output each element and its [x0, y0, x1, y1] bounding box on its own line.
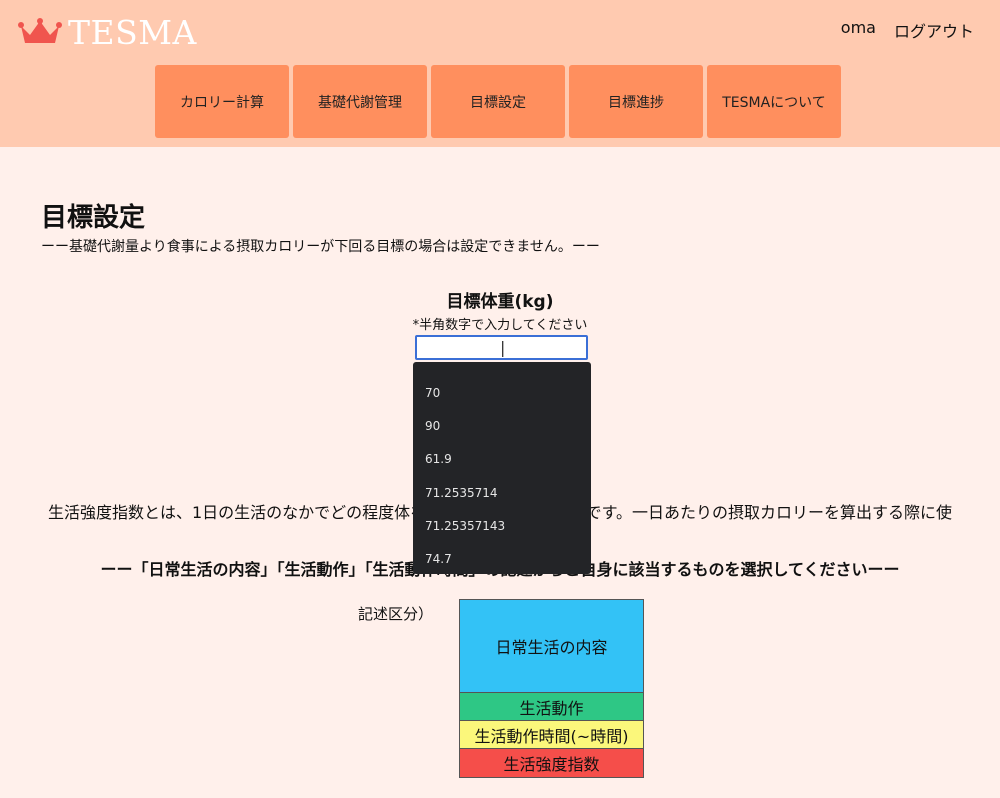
nav-about[interactable]: TESMAについて — [707, 65, 841, 138]
target-weight-hint: *半角数字で入力してください — [412, 318, 588, 333]
page-title: 目標設定 — [41, 203, 146, 233]
autocomplete-option[interactable]: 71.25357143 — [413, 509, 591, 542]
nav-calorie-calc[interactable]: カロリー計算 — [155, 65, 289, 138]
autocomplete-option[interactable]: 70 — [413, 376, 591, 409]
nav-goal-setting[interactable]: 目標設定 — [431, 65, 565, 138]
category-legend: 日常生活の内容 生活動作 生活動作時間(~時間) 生活強度指数 — [459, 599, 644, 778]
autocomplete-option[interactable]: 71.2535714 — [413, 476, 591, 509]
header: TESMA oma ログアウト カロリー計算 基礎代謝管理 目標設定 目標進捗 … — [0, 0, 1000, 147]
crown-icon — [18, 18, 62, 43]
main-nav: カロリー計算 基礎代謝管理 目標設定 目標進捗 TESMAについて — [155, 65, 841, 138]
legend-label: 記述区分） — [358, 605, 434, 623]
text-cursor-icon: | — [500, 338, 506, 357]
nav-goal-progress[interactable]: 目標進捗 — [569, 65, 703, 138]
autocomplete-dropdown: 70 90 61.9 71.2535714 71.25357143 74.7 — [413, 362, 591, 574]
autocomplete-option[interactable]: 74.7 — [413, 542, 591, 575]
legend-activity-time: 生活動作時間(~時間) — [460, 721, 643, 749]
legend-daily-life: 日常生活の内容 — [460, 600, 643, 693]
legend-activity: 生活動作 — [460, 693, 643, 721]
target-weight-label: 目標体重(kg) — [446, 292, 554, 312]
autocomplete-option[interactable]: 61.9 — [413, 443, 591, 476]
notice-text: ーー基礎代謝量より食事による摂取カロリーが下回る目標の場合は設定できません。ーー — [41, 239, 600, 255]
legend-intensity-index: 生活強度指数 — [460, 749, 643, 777]
logo[interactable]: TESMA — [18, 12, 197, 52]
user-name-link[interactable]: oma — [841, 18, 876, 42]
logo-text: TESMA — [68, 12, 197, 52]
logout-link[interactable]: ログアウト — [894, 18, 974, 42]
nav-basal-metabolism[interactable]: 基礎代謝管理 — [293, 65, 427, 138]
autocomplete-option[interactable]: 90 — [413, 409, 591, 442]
user-menu: oma ログアウト — [841, 18, 974, 42]
